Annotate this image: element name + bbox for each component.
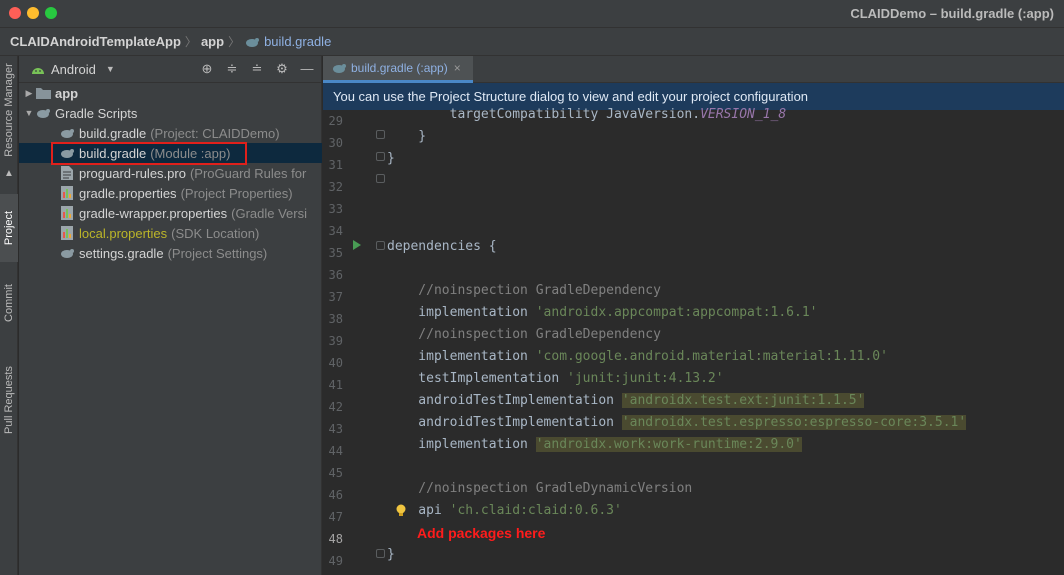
line-number: 30 bbox=[328, 136, 343, 150]
close-window-button[interactable] bbox=[9, 7, 21, 19]
editor-tabs: build.gradle (:app) × bbox=[323, 56, 1064, 83]
code-line: } bbox=[387, 151, 395, 166]
close-icon[interactable]: × bbox=[454, 61, 461, 75]
breadcrumb-project[interactable]: CLAIDAndroidTemplateApp bbox=[10, 34, 181, 49]
line-number: 46 bbox=[328, 488, 343, 502]
chevron-right-icon[interactable]: ▶ bbox=[23, 88, 35, 99]
code-line: implementation 'com.google.android.mater… bbox=[387, 349, 888, 364]
line-number: 39 bbox=[328, 334, 343, 348]
code-line: } bbox=[387, 129, 427, 144]
properties-file-icon bbox=[59, 186, 75, 200]
line-number: 38 bbox=[328, 312, 343, 326]
tree-item-gradle-properties[interactable]: gradle.properties (Project Properties) bbox=[19, 183, 322, 203]
tab-pull-requests[interactable]: Pull Requests bbox=[0, 352, 18, 448]
tree-item-settings-gradle[interactable]: settings.gradle (Project Settings) bbox=[19, 243, 322, 263]
resource-manager-icon: ▲ bbox=[4, 167, 14, 179]
chevron-right-icon: 〉 bbox=[228, 35, 241, 49]
line-number: 45 bbox=[328, 466, 343, 480]
code-line: androidTestImplementation 'androidx.test… bbox=[387, 393, 865, 408]
line-number: 35 bbox=[328, 246, 343, 260]
line-number: 48 bbox=[328, 532, 343, 546]
tree-item-proguard-rules[interactable]: proguard-rules.pro (ProGuard Rules for bbox=[19, 163, 322, 183]
line-number: 29 bbox=[328, 114, 343, 128]
line-number: 37 bbox=[328, 290, 343, 304]
line-number: 36 bbox=[328, 268, 343, 282]
line-number: 43 bbox=[328, 422, 343, 436]
maximize-window-button[interactable] bbox=[45, 7, 57, 19]
code-line: testImplementation 'junit:junit:4.13.2' bbox=[387, 371, 724, 386]
window-title: CLAIDDemo – build.gradle (:app) bbox=[850, 6, 1054, 21]
locate-icon[interactable]: ⊕ bbox=[199, 61, 215, 77]
chevron-right-icon: 〉 bbox=[184, 35, 197, 49]
expand-all-icon[interactable]: ≑ bbox=[224, 61, 240, 77]
line-number: 42 bbox=[328, 400, 343, 414]
tab-project[interactable]: Project bbox=[0, 194, 18, 262]
line-number: 33 bbox=[328, 202, 343, 216]
highlight-box bbox=[51, 142, 247, 165]
line-number: 49 bbox=[328, 554, 343, 568]
line-number: 34 bbox=[328, 224, 343, 238]
tree-item-app[interactable]: ▶ app bbox=[19, 83, 322, 103]
tree-item-local-properties[interactable]: local.properties (SDK Location) bbox=[19, 223, 322, 243]
fold-marker-icon[interactable] bbox=[376, 241, 385, 250]
breadcrumb: CLAIDAndroidTemplateApp 〉 app 〉 build.gr… bbox=[0, 28, 1064, 56]
chevron-down-icon[interactable]: ▼ bbox=[23, 108, 35, 118]
project-panel: Android ▼ ⊕ ≑ ≐ ⚙ — ▶ app ▼ Gradle Scrip… bbox=[19, 56, 322, 575]
annotation-add-packages: Add packages here bbox=[417, 525, 546, 541]
line-number: 41 bbox=[328, 378, 343, 392]
run-gutter-icon[interactable] bbox=[353, 240, 361, 250]
breadcrumb-file[interactable]: build.gradle bbox=[264, 34, 331, 49]
gradle-icon bbox=[59, 126, 75, 140]
collapse-all-icon[interactable]: ≐ bbox=[249, 61, 265, 77]
tab-resource-manager[interactable]: Resource Manager bbox=[0, 58, 18, 162]
title-bar: CLAIDDemo – build.gradle (:app) bbox=[0, 0, 1064, 28]
code-line: targetCompatibility JavaVersion.VERSION_… bbox=[387, 107, 787, 122]
code-line: androidTestImplementation 'androidx.test… bbox=[387, 415, 967, 430]
code-line: implementation 'androidx.appcompat:appco… bbox=[387, 305, 818, 320]
gradle-icon bbox=[59, 246, 75, 260]
code-line: //noinspection GradleDependency bbox=[387, 327, 661, 342]
project-panel-header: Android ▼ ⊕ ≑ ≐ ⚙ — bbox=[19, 56, 321, 83]
code-line: //noinspection GradleDependency bbox=[387, 283, 661, 298]
line-number: 44 bbox=[328, 444, 343, 458]
fold-marker-icon[interactable] bbox=[376, 549, 385, 558]
line-number: 40 bbox=[328, 356, 343, 370]
fold-marker-icon[interactable] bbox=[376, 130, 385, 139]
code-line: implementation 'androidx.work:work-runti… bbox=[387, 437, 802, 452]
code-line: } bbox=[387, 547, 395, 562]
chevron-down-icon[interactable]: ▼ bbox=[106, 64, 115, 74]
hide-icon[interactable]: — bbox=[299, 61, 315, 77]
android-icon bbox=[32, 68, 44, 74]
code-line: dependencies { bbox=[387, 239, 497, 254]
editor: build.gradle (:app) × You can use the Pr… bbox=[323, 56, 1064, 575]
gradle-icon bbox=[35, 106, 51, 120]
line-number: 31 bbox=[328, 158, 343, 172]
view-selector[interactable]: Android bbox=[51, 62, 96, 77]
tree-item-gradle-scripts[interactable]: ▼ Gradle Scripts bbox=[19, 103, 322, 123]
tree-item-gradle-wrapper-properties[interactable]: gradle-wrapper.properties (Gradle Versi bbox=[19, 203, 322, 223]
breadcrumb-module[interactable]: app bbox=[201, 34, 224, 49]
line-number: 47 bbox=[328, 510, 343, 524]
tab-build-gradle-app[interactable]: build.gradle (:app) × bbox=[323, 56, 473, 83]
folder-icon bbox=[35, 86, 51, 100]
tree-item-build-gradle-project[interactable]: build.gradle (Project: CLAIDDemo) bbox=[19, 123, 322, 143]
code-line: //noinspection GradleDynamicVersion bbox=[387, 481, 693, 496]
tab-commit[interactable]: Commit bbox=[0, 274, 18, 332]
gradle-icon bbox=[333, 64, 346, 73]
properties-file-icon bbox=[59, 226, 75, 240]
left-tool-strip: Resource Manager ▲ Project Commit Pull R… bbox=[0, 56, 18, 575]
fold-marker-icon[interactable] bbox=[376, 152, 385, 161]
file-icon bbox=[59, 166, 75, 180]
fold-marker-icon[interactable] bbox=[376, 174, 385, 183]
gradle-icon bbox=[246, 37, 260, 47]
minimize-window-button[interactable] bbox=[27, 7, 39, 19]
gear-icon[interactable]: ⚙ bbox=[274, 61, 290, 77]
code-line: api 'ch.claid:claid:0.6.3' bbox=[387, 503, 622, 518]
line-number: 32 bbox=[328, 180, 343, 194]
properties-file-icon bbox=[59, 206, 75, 220]
